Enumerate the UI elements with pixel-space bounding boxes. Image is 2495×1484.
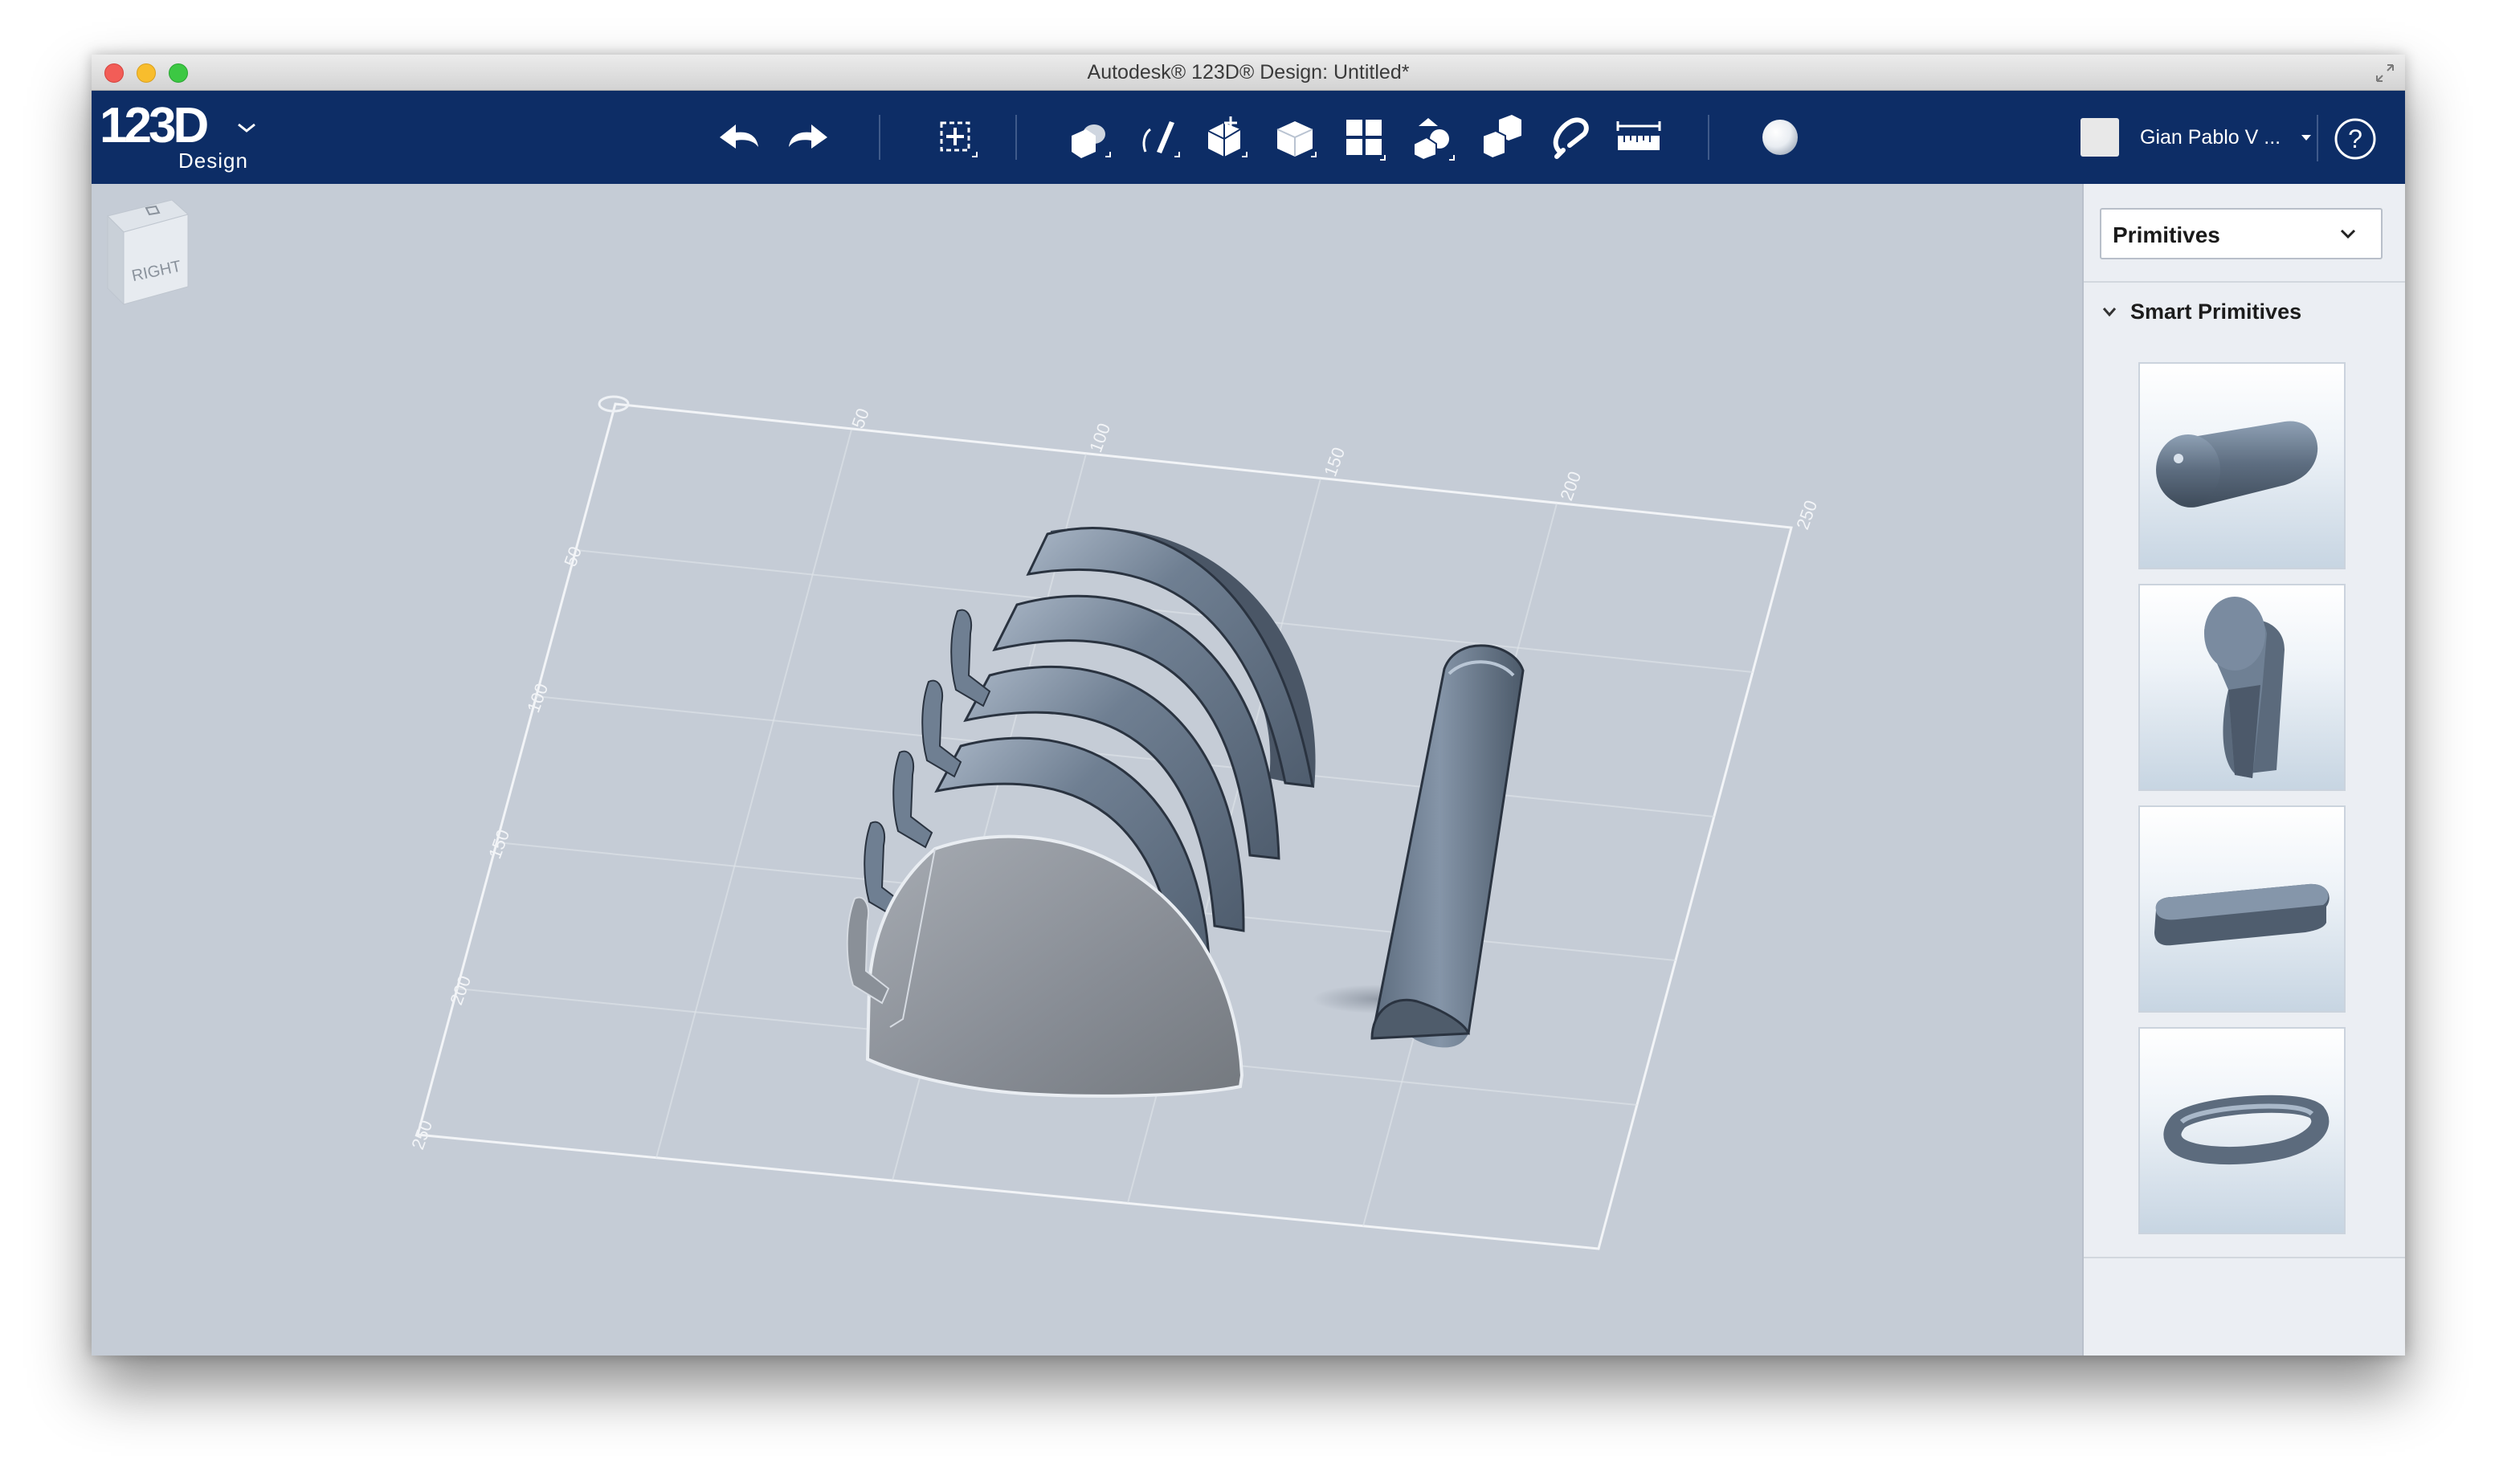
- capsule-primitive-thumbnail[interactable]: [2138, 362, 2346, 569]
- grouping-icon[interactable]: [1407, 112, 1459, 163]
- grid-top-label: 100: [1085, 421, 1114, 455]
- logo-subtitle: Design: [178, 149, 248, 173]
- toolbar-separator: [879, 115, 880, 160]
- grid-left-label: 200: [446, 973, 475, 1008]
- modify-icon[interactable]: [1269, 112, 1321, 163]
- measure-icon[interactable]: [1613, 112, 1664, 163]
- app-menu-logo[interactable]: 123D Design: [100, 97, 276, 177]
- transform-icon[interactable]: [930, 112, 982, 163]
- ring-slot-primitive-thumbnail[interactable]: [2138, 1027, 2346, 1234]
- snap-icon[interactable]: [1544, 112, 1595, 163]
- workplane-scene: 50 100 150 200 250 50 100 150 200 250: [407, 395, 1821, 1250]
- divider: [2084, 281, 2405, 283]
- half-cylinder-model[interactable]: [1313, 644, 1525, 1048]
- keyhole-primitive-thumbnail[interactable]: [2138, 584, 2346, 791]
- chevron-down-icon: [2102, 308, 2117, 317]
- pattern-icon[interactable]: [1338, 112, 1390, 163]
- combine-icon[interactable]: [1476, 112, 1528, 163]
- logo-text: 123D: [100, 98, 209, 153]
- window-title: Autodesk® 123D® Design: Untitled*: [1087, 61, 1410, 84]
- material-icon[interactable]: [1754, 112, 1806, 163]
- title-bar: Autodesk® 123D® Design: Untitled*: [92, 55, 2405, 91]
- phone-stand-model[interactable]: [846, 527, 1316, 1098]
- grid-top-label: 250: [1792, 498, 1821, 532]
- capsule-icon: [2156, 421, 2318, 508]
- chevron-down-icon: [238, 123, 255, 132]
- view-cube[interactable]: RIGHT: [92, 184, 204, 320]
- keyhole-icon: [2204, 597, 2285, 778]
- app-window: Autodesk® 123D® Design: Untitled* 123D D…: [92, 55, 2405, 1356]
- caret-down-icon: [2301, 135, 2311, 141]
- grid-top-label: 200: [1556, 469, 1585, 503]
- grid-left-label: 100: [523, 681, 552, 716]
- redo-icon[interactable]: [781, 112, 832, 163]
- primitives-panel: Primitives Smart Primitives: [2082, 184, 2405, 1356]
- undo-icon[interactable]: [715, 112, 766, 163]
- category-dropdown[interactable]: Primitives: [2100, 208, 2383, 259]
- user-name: Gian Pablo V ...: [2140, 126, 2281, 149]
- grid-top-label: 50: [847, 406, 873, 431]
- divider: [2084, 1257, 2405, 1258]
- grid-left-label: 250: [407, 1118, 436, 1152]
- grid-left-label: 150: [484, 827, 513, 862]
- ring-slot-icon: [2163, 1095, 2330, 1164]
- chevron-down-icon: [2340, 229, 2356, 239]
- toolbar-separator: [1708, 115, 1709, 160]
- grid-top-label: 150: [1320, 445, 1349, 479]
- primitives-icon[interactable]: [1064, 112, 1115, 163]
- slot-icon: [2154, 883, 2330, 946]
- main-toolbar: 123D Design Gian Pablo V ... ?: [92, 91, 2405, 184]
- fullscreen-icon[interactable]: [2375, 63, 2395, 84]
- avatar: [2081, 118, 2119, 157]
- slot-primitive-thumbnail[interactable]: [2138, 805, 2346, 1013]
- category-label: Primitives: [2113, 222, 2220, 247]
- toolbar-separator: [1015, 115, 1017, 160]
- toolbar-separator: [2317, 115, 2318, 161]
- grid-left-label: 50: [560, 544, 586, 569]
- sketch-icon[interactable]: [1133, 112, 1184, 163]
- 3d-viewport[interactable]: 50 100 150 200 250 50 100 150 200 250 RI…: [92, 184, 2082, 1356]
- help-icon[interactable]: ?: [2333, 116, 2378, 161]
- svg-text:?: ?: [2348, 124, 2362, 153]
- section-label: Smart Primitives: [2130, 300, 2302, 324]
- construct-icon[interactable]: [1200, 112, 1252, 163]
